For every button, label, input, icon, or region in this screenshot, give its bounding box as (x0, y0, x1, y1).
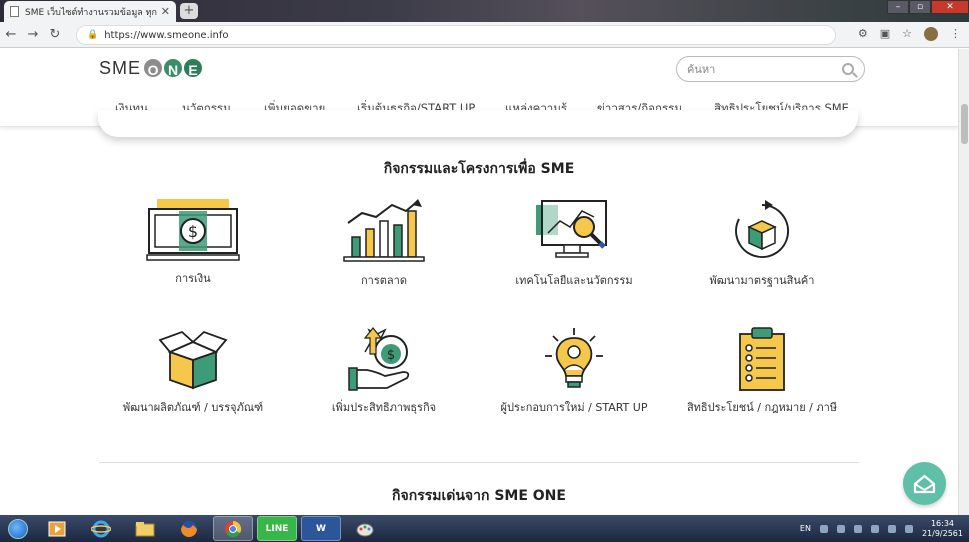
clock[interactable]: 16:34 21/9/2561 (922, 519, 963, 539)
svg-text:$: $ (188, 222, 198, 241)
forward-button[interactable]: → (22, 27, 44, 42)
category-label: สิทธิประโยชน์ / กฎหมาย / ภาษี (686, 401, 838, 414)
reload-button[interactable]: ↻ (44, 27, 66, 42)
category-standards[interactable]: พัฒนามาตรฐานสินค้า (657, 197, 867, 289)
document-icon (10, 6, 19, 17)
browser-tabstrip: SME เว็บไซต์ทำงานรวมข้อมูล ทุกเรื่อง ✕ +… (0, 0, 969, 22)
scrollbar-thumb[interactable] (961, 104, 968, 144)
lightbulb-person-icon (545, 328, 603, 388)
windows-taskbar: LINE W EN 16:34 21/9/2561 (0, 515, 969, 542)
category-label: พัฒนาผลิตภัณฑ์ / บรรจุภัณฑ์ (122, 401, 264, 414)
volume-icon[interactable] (904, 524, 913, 533)
growth-chart-icon (343, 199, 425, 262)
menu-dots-icon[interactable]: ⋮ (950, 27, 961, 41)
search-icon[interactable] (842, 63, 854, 75)
section-divider (99, 462, 859, 463)
back-button[interactable]: ← (0, 27, 22, 42)
category-marketing[interactable]: การตลาด (279, 197, 489, 289)
floating-home-button[interactable] (903, 462, 946, 505)
firefox-icon[interactable] (169, 516, 209, 541)
tray-app-icon[interactable] (870, 524, 879, 533)
window-close-icon[interactable]: ✕ (931, 0, 969, 14)
search-input[interactable]: ค้นหา (687, 60, 842, 78)
home-icon (913, 474, 936, 494)
system-tray: EN 16:34 21/9/2561 (800, 515, 963, 542)
category-finance[interactable]: $ การเงิน (88, 197, 298, 287)
tray-app-icon[interactable] (819, 524, 828, 533)
smeone-logo[interactable]: SME O N E (99, 57, 205, 79)
logo-letter-o: O (142, 57, 165, 79)
search-box[interactable]: ค้นหา (676, 56, 865, 82)
category-label: เทคโนโลยีและนวัตกรรม (515, 274, 633, 287)
address-bar[interactable]: 🔒 https://www.smeone.info (76, 25, 836, 45)
category-label: เพิ่มประสิทธิภาพธุรกิจ (331, 401, 437, 414)
category-label: ผู้ประกอบการใหม่ / START UP (500, 401, 648, 414)
hero-card-edge (98, 110, 858, 137)
minimize-icon[interactable]: – (887, 0, 909, 14)
category-product[interactable]: พัฒนาผลิตภัณฑ์ / บรรจุภัณฑ์ (88, 326, 298, 416)
chrome-icon[interactable] (213, 516, 253, 541)
category-technology[interactable]: เทคโนโลยีและนวัตกรรม (469, 197, 679, 289)
start-button[interactable] (3, 516, 33, 541)
logo-sme-text: SME (99, 57, 142, 78)
tray-app-icon[interactable] (853, 524, 862, 533)
extension-icon[interactable]: ▣ (880, 27, 890, 41)
url-text: https://www.smeone.info (104, 29, 229, 41)
lock-icon: 🔒 (87, 30, 99, 40)
browser-toolbar: ← → ↻ 🔒 https://www.smeone.info ⚙ ▣ ☆ ⋮ (0, 22, 969, 48)
browser-tab[interactable]: SME เว็บไซต์ทำงานรวมข้อมูล ทุกเรื่อง ✕ (4, 1, 176, 22)
category-benefits-law-tax[interactable]: สิทธิประโยชน์ / กฎหมาย / ภาษี (657, 326, 867, 416)
windows-orb-icon (8, 518, 28, 539)
tab-title: SME เว็บไซต์ทำงานรวมข้อมูล ทุกเรื่อง (25, 7, 157, 18)
new-tab-button[interactable]: + (180, 3, 198, 19)
monitor-magnifier-icon (536, 200, 607, 258)
category-efficiency[interactable]: $ เพิ่มประสิทธิภาพธุรกิจ (279, 326, 489, 416)
line-icon[interactable]: LINE (257, 516, 297, 541)
paint-icon[interactable] (345, 516, 385, 541)
svg-text:$: $ (387, 348, 395, 363)
file-explorer-icon[interactable] (125, 516, 165, 541)
translate-icon[interactable]: ⚙ (858, 27, 868, 41)
tab-close-icon[interactable]: ✕ (161, 5, 170, 18)
maximize-icon[interactable]: ▫ (909, 0, 931, 14)
page-scrollbar[interactable] (958, 49, 969, 515)
network-icon[interactable] (887, 524, 896, 533)
box-cycle-icon (735, 200, 790, 258)
clock-time: 16:34 (930, 518, 955, 528)
category-label: พัฒนามาตรฐานสินค้า (709, 274, 815, 287)
internet-explorer-icon[interactable] (81, 516, 121, 541)
media-player-icon[interactable] (37, 516, 77, 541)
money-bag-hand-icon: $ (348, 327, 410, 391)
section-title-featured: กิจกรรมเด่นจาก SME ONE (392, 488, 566, 504)
section-title-activities: กิจกรรมและโครงการเพื่อ SME (383, 161, 575, 177)
money-bill-icon: $ (146, 199, 240, 261)
profile-avatar[interactable] (924, 27, 938, 41)
tray-app-icon[interactable] (836, 524, 845, 533)
logo-letter-n: N (162, 57, 185, 79)
toolbar-actions: ⚙ ▣ ☆ ⋮ (858, 27, 961, 41)
clock-date: 21/9/2561 (921, 528, 963, 538)
language-indicator[interactable]: EN (800, 524, 811, 533)
open-box-icon (158, 330, 228, 390)
bookmark-star-icon[interactable]: ☆ (902, 27, 912, 41)
word-icon[interactable]: W (301, 516, 341, 541)
category-startup[interactable]: ผู้ประกอบการใหม่ / START UP (469, 326, 679, 416)
logo-letter-e: E (182, 57, 205, 79)
window-controls: – ▫ ✕ (887, 0, 969, 14)
category-label: การตลาด (361, 274, 407, 287)
clipboard-checklist-icon (739, 327, 785, 391)
category-label: การเงิน (175, 272, 211, 285)
